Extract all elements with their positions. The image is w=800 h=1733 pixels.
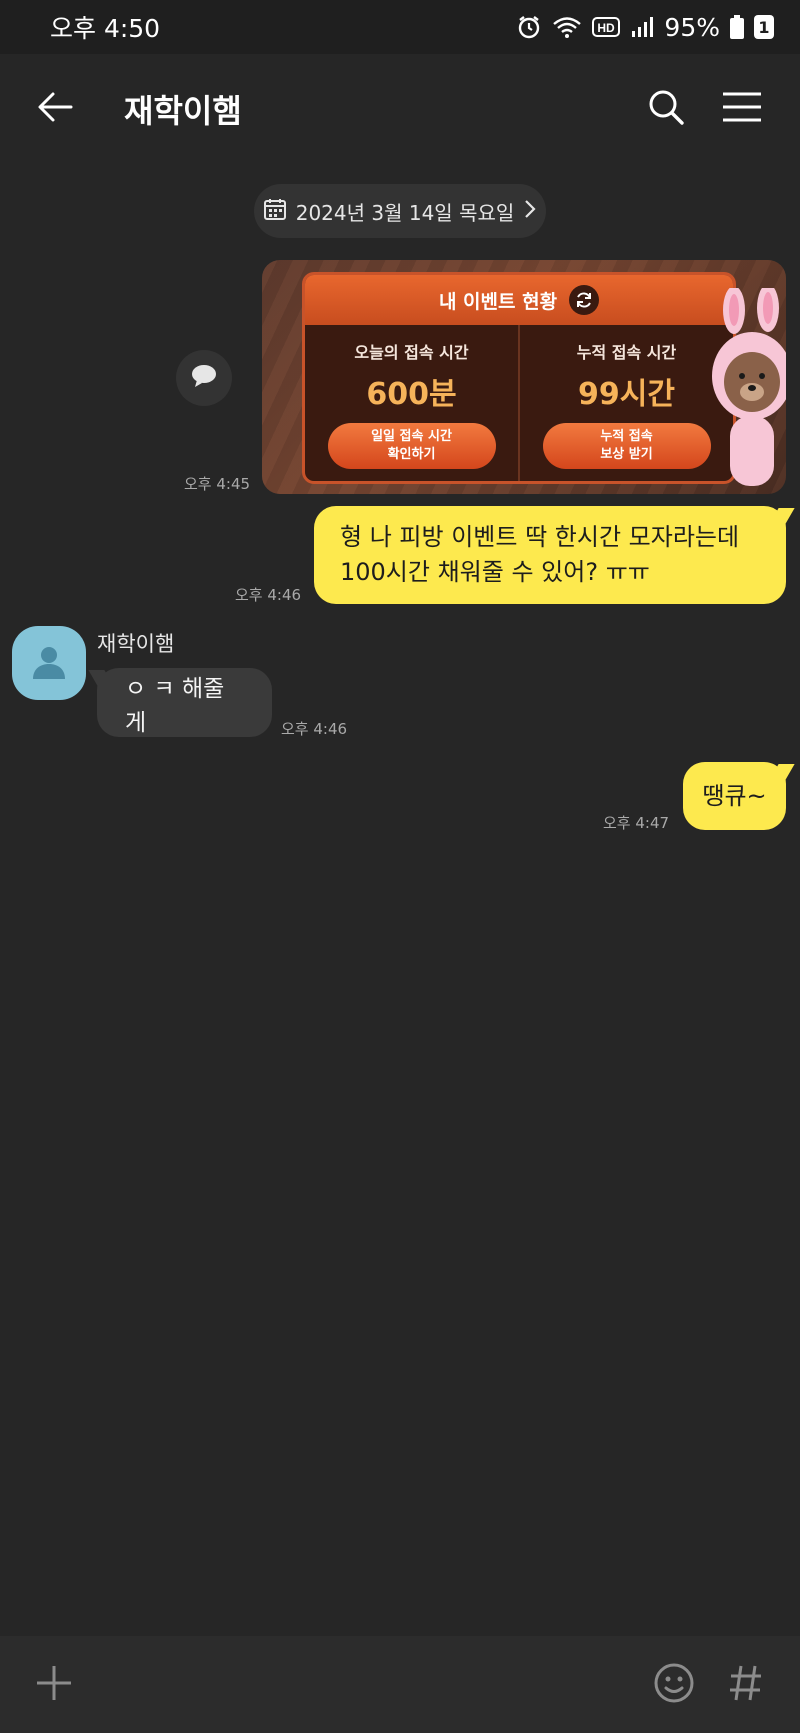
sender-name: 재학이햄 <box>97 632 175 656</box>
message-text: ㅇ ㅋ 해줄게 <box>125 675 225 736</box>
other-message-bubble[interactable]: ㅇ ㅋ 해줄게 <box>88 668 272 737</box>
event-value: 99시간 <box>578 377 675 412</box>
bubble-tail <box>88 670 114 686</box>
message-text-line: 형 나 피방 이벤트 딱 한시간 모자라는데 <box>340 523 740 552</box>
wifi-icon <box>552 15 582 39</box>
search-button[interactable] <box>638 81 694 137</box>
event-column-total: 누적 접속 시간 99시간 누적 접속 보상 받기 <box>518 325 733 481</box>
message-input[interactable] <box>100 1655 628 1715</box>
speech-bubble-icon <box>191 364 217 392</box>
svg-text:HD: HD <box>598 21 616 35</box>
battery-icon <box>730 15 744 39</box>
message-time: 오후 4:45 <box>184 475 251 493</box>
notification-count-badge: 1 <box>754 15 774 39</box>
event-value: 600분 <box>366 377 457 412</box>
calendar-icon <box>263 198 286 225</box>
chevron-right-icon <box>524 199 536 224</box>
event-label: 오늘의 접속 시간 <box>354 343 469 362</box>
my-message-bubble[interactable]: 땡큐~ <box>683 762 795 830</box>
bubble-tail <box>769 764 795 780</box>
signal-icon <box>630 15 654 39</box>
message-time: 오후 4:47 <box>603 814 670 832</box>
my-message-bubble[interactable]: 형 나 피방 이벤트 딱 한시간 모자라는데 100시간 채워줄 수 있어? ㅠ… <box>314 506 795 604</box>
event-image-message[interactable]: 내 이벤트 현황 오늘의 접속 시간 600분 일일 접속 시간 확인하기 누적… <box>262 260 786 494</box>
message-text-line: 100시간 채워줄 수 있어? ㅠㅠ <box>340 558 650 586</box>
status-bar: 오후 4:50 HD 95% 1 <box>0 0 800 54</box>
chat-title: 재학이햄 <box>124 92 242 130</box>
back-arrow-icon <box>37 91 73 127</box>
event-panel-header: 내 이벤트 현황 <box>305 275 733 325</box>
input-bar <box>0 1636 800 1733</box>
date-label: 2024년 3월 14일 목요일 <box>295 200 515 225</box>
share-button[interactable] <box>176 350 232 406</box>
attach-button[interactable] <box>24 1655 84 1715</box>
event-button: 일일 접속 시간 확인하기 <box>327 423 496 469</box>
event-column-today: 오늘의 접속 시간 600분 일일 접속 시간 확인하기 <box>305 325 518 481</box>
menu-icon <box>722 92 762 126</box>
event-button: 누적 접속 보상 받기 <box>542 423 711 469</box>
message-time: 오후 4:46 <box>281 720 348 738</box>
bear-bunny-character-icon <box>710 284 786 494</box>
event-status-panel: 내 이벤트 현황 오늘의 접속 시간 600분 일일 접속 시간 확인하기 누적… <box>302 272 736 484</box>
hashtag-button[interactable] <box>716 1655 776 1715</box>
hd-icon: HD <box>592 15 621 39</box>
refresh-icon <box>569 285 600 315</box>
person-icon <box>29 641 69 685</box>
battery-percent: 95% <box>664 12 720 42</box>
plus-icon <box>35 1664 73 1706</box>
emoji-button[interactable] <box>644 1655 704 1715</box>
avatar[interactable] <box>12 626 86 700</box>
date-divider[interactable]: 2024년 3월 14일 목요일 <box>254 184 546 238</box>
search-icon <box>647 88 685 130</box>
message-text: 땡큐~ <box>702 781 767 810</box>
event-label: 누적 접속 시간 <box>576 343 677 362</box>
status-time: 오후 4:50 <box>50 14 161 43</box>
hashtag-icon <box>729 1664 763 1706</box>
event-heading: 내 이벤트 현황 <box>438 290 558 313</box>
menu-button[interactable] <box>714 81 770 137</box>
bubble-tail <box>769 508 795 524</box>
status-icons: HD 95% 1 <box>516 13 774 42</box>
chat-header: 재학이햄 <box>0 54 800 164</box>
message-time: 오후 4:46 <box>235 586 302 604</box>
alarm-icon <box>516 14 542 40</box>
emoji-icon <box>653 1662 695 1708</box>
back-button[interactable] <box>30 84 80 134</box>
